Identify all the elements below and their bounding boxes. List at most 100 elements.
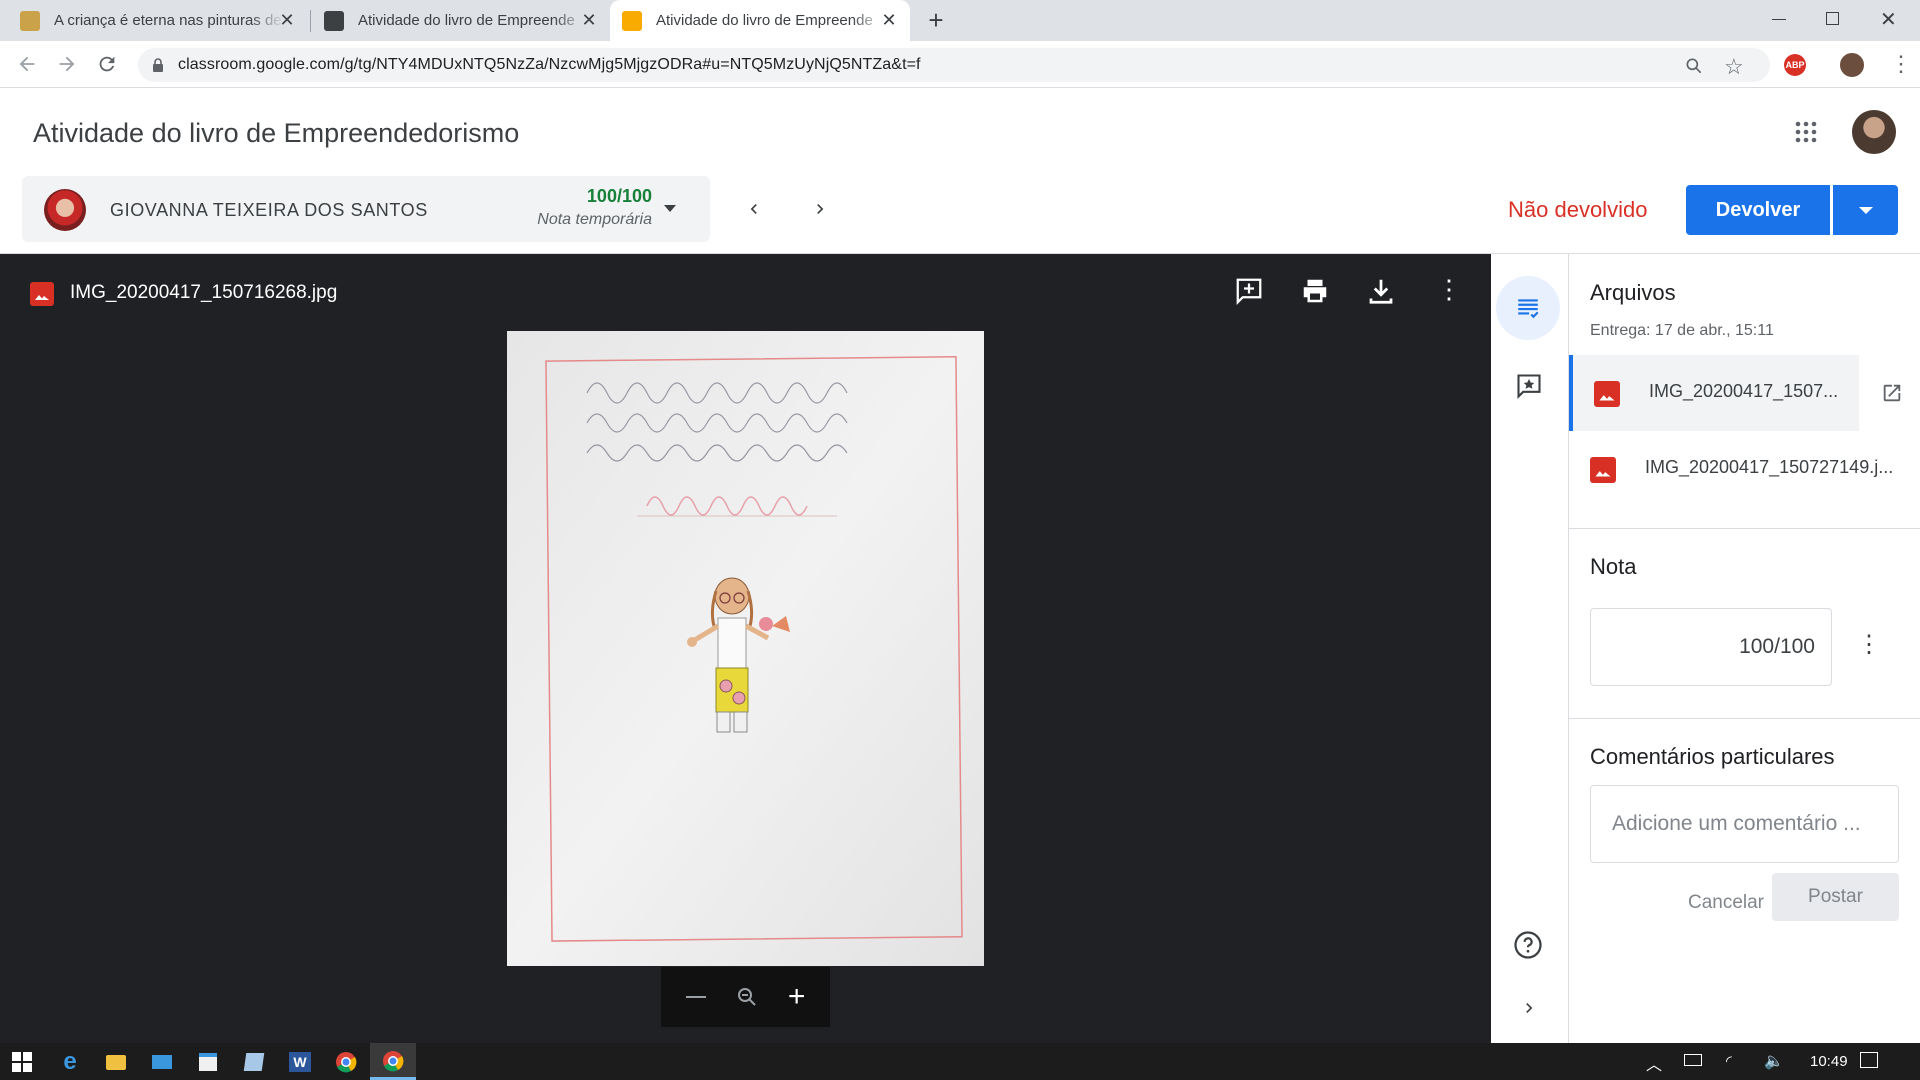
student-grade: 100/100 <box>586 186 652 206</box>
grading-header: Atividade do livro de Empreendedorismo G… <box>0 88 1920 254</box>
print-icon[interactable] <box>1300 276 1330 306</box>
zoom-controls: + <box>661 967 830 1027</box>
grade-section-title: Nota <box>1590 554 1637 579</box>
divider <box>1569 718 1920 719</box>
comment-placeholder: Adicione um comentário ... <box>1612 812 1861 835</box>
grade-options-icon[interactable]: ⋮ <box>1857 630 1881 659</box>
close-tab-icon[interactable]: ✕ <box>580 11 598 29</box>
file-item-name: IMG_20200417_1507... <box>1649 381 1839 401</box>
side-rail <box>1491 254 1569 1043</box>
file-item-selected[interactable]: IMG_20200417_1507... <box>1569 355 1920 431</box>
system-clock: 10:49 <box>1810 1053 1848 1070</box>
bookmark-star-icon[interactable]: ☆ <box>1724 54 1744 80</box>
open-in-new-icon <box>1883 384 1900 402</box>
file-viewer: IMG_20200417_150716268.jpg ⋮ + <box>0 254 1491 1043</box>
student-selector[interactable]: GIOVANNA TEIXEIRA DOS SANTOS 100/100 Not… <box>22 176 710 242</box>
file-list-icon <box>1518 299 1539 319</box>
more-options-icon[interactable]: ⋮ <box>1436 274 1462 305</box>
close-window-icon[interactable]: ✕ <box>1880 7 1897 32</box>
files-section-title: Arquivos <box>1590 280 1676 305</box>
page-favicon-icon <box>20 10 40 31</box>
close-tab-icon[interactable]: ✕ <box>880 11 898 29</box>
grading-panel: Arquivos Entrega: 17 de abr., 15:11 IMG_… <box>1569 254 1920 1043</box>
chrome-active-window[interactable] <box>370 1043 416 1080</box>
grade-input-value: 100/100 <box>1739 635 1815 658</box>
file-item[interactable]: IMG_20200417_150727149.j... <box>1569 431 1920 507</box>
chrome-icon <box>383 1051 404 1072</box>
extension-icon[interactable]: ABP <box>1784 54 1806 76</box>
divider <box>1569 528 1920 529</box>
tab-title: A criança é eterna nas pinturas de <box>54 12 282 29</box>
lock-icon[interactable] <box>152 58 164 72</box>
reload-icon[interactable] <box>96 53 118 75</box>
browser-tab[interactable]: Atividade do livro de Empreende ✕ <box>312 0 610 41</box>
word-icon[interactable]: W <box>286 1048 314 1076</box>
windows-start-icon[interactable] <box>8 1048 36 1076</box>
private-comments-title: Comentários particulares <box>1590 744 1835 769</box>
student-name: GIOVANNA TEIXEIRA DOS SANTOS <box>110 200 428 220</box>
battery-icon[interactable] <box>1684 1054 1702 1066</box>
notes-icon[interactable] <box>240 1048 268 1076</box>
url-text: classroom.google.com/g/tg/NTY4MDUxNTQ5Nz… <box>178 56 921 73</box>
file-explorer-icon[interactable] <box>102 1048 130 1076</box>
return-options-button[interactable] <box>1833 185 1898 235</box>
browser-tab[interactable]: A criança é eterna nas pinturas de ✕ <box>8 0 308 41</box>
address-bar[interactable]: classroom.google.com/g/tg/NTY4MDUxNTQ5Nz… <box>138 48 1770 82</box>
back-icon[interactable] <box>16 53 38 75</box>
submission-date: Entrega: 17 de abr., 15:11 <box>1590 322 1774 339</box>
classroom-favicon-icon <box>324 10 344 31</box>
user-avatar[interactable] <box>1852 110 1896 154</box>
mail-icon[interactable] <box>148 1048 176 1076</box>
viewer-file-name: IMG_20200417_150716268.jpg <box>70 282 338 303</box>
files-tab-button[interactable] <box>1496 276 1560 340</box>
collapse-panel-icon[interactable] <box>1519 998 1539 1018</box>
minimize-icon[interactable] <box>1772 19 1786 20</box>
comments-icon[interactable] <box>1515 372 1543 400</box>
student-avatar <box>44 189 86 231</box>
private-comment-input[interactable]: Adicione um comentário ... <box>1590 785 1899 863</box>
tab-title: Atividade do livro de Empreende <box>358 12 575 29</box>
help-icon[interactable] <box>1513 930 1543 960</box>
download-icon[interactable] <box>1366 276 1396 306</box>
profile-avatar[interactable] <box>1838 51 1866 79</box>
return-button[interactable]: Devolver <box>1686 185 1830 235</box>
notifications-icon[interactable] <box>1860 1052 1878 1068</box>
grade-input[interactable]: 100/100 <box>1590 608 1832 686</box>
forward-icon[interactable] <box>56 53 78 75</box>
image-file-icon <box>30 282 54 306</box>
zoom-magnifier-icon[interactable] <box>735 985 759 1009</box>
volume-icon[interactable]: 🔈 <box>1764 1051 1784 1071</box>
close-tab-icon[interactable]: ✕ <box>278 11 296 29</box>
previous-student-icon[interactable] <box>744 199 764 219</box>
post-button[interactable]: Postar <box>1772 873 1899 921</box>
browser-tab-strip: A criança é eterna nas pinturas de ✕ Ati… <box>0 0 1920 41</box>
page-title: Atividade do livro de Empreendedorismo <box>33 118 520 148</box>
submission-status: Não devolvido <box>1508 197 1648 222</box>
submitted-drawing-image <box>507 331 984 966</box>
browser-menu-icon[interactable]: ⋮ <box>1890 51 1912 77</box>
tab-title: Atividade do livro de Empreende <box>656 12 873 29</box>
tab-separator <box>310 10 311 32</box>
zoom-out-icon[interactable] <box>685 996 706 998</box>
new-tab-icon[interactable]: + <box>924 7 948 33</box>
browser-tab-active[interactable]: Atividade do livro de Empreende ✕ <box>610 0 910 41</box>
zoom-in-icon[interactable]: + <box>788 982 806 1012</box>
open-in-new-button[interactable] <box>1859 355 1920 431</box>
image-file-icon <box>1590 457 1616 483</box>
windows-taskbar: e W ︿ ◜ 🔈 10:49 <box>0 1043 1920 1080</box>
zoom-icon[interactable] <box>1684 56 1704 76</box>
store-icon[interactable] <box>194 1048 222 1076</box>
chrome-icon[interactable] <box>332 1048 360 1076</box>
drawing-illustration <box>507 331 984 966</box>
file-item-name: IMG_20200417_150727149.j... <box>1645 457 1894 477</box>
add-comment-icon[interactable] <box>1234 276 1264 306</box>
image-file-icon <box>1594 381 1620 407</box>
edge-browser-icon[interactable]: e <box>56 1048 84 1076</box>
dropdown-arrow-icon[interactable] <box>664 205 676 212</box>
wifi-icon[interactable]: ◜ <box>1726 1052 1732 1070</box>
show-hidden-icons-icon[interactable]: ︿ <box>1646 1051 1662 1075</box>
apps-grid-icon[interactable] <box>1794 120 1818 144</box>
maximize-icon[interactable] <box>1826 12 1839 25</box>
dropdown-arrow-icon <box>1858 206 1873 214</box>
next-student-icon[interactable] <box>810 199 830 219</box>
